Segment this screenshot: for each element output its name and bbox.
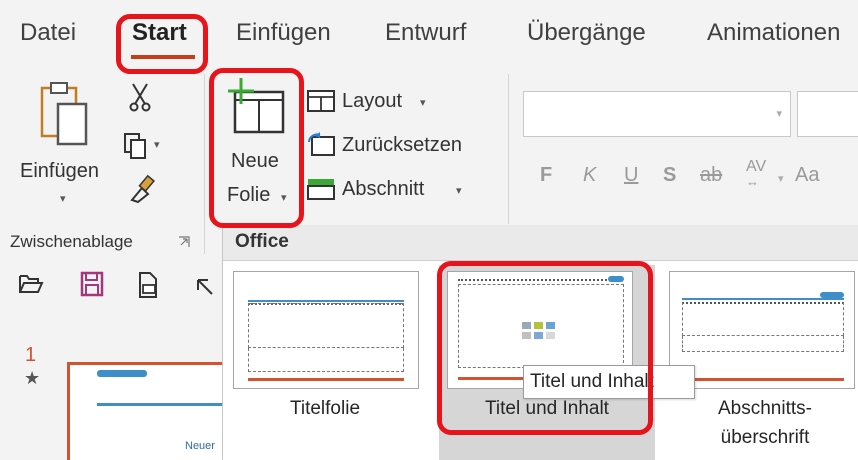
- group-separator: [204, 74, 205, 254]
- reset-icon: [308, 132, 335, 156]
- star-icon: ★: [24, 368, 41, 388]
- font-name-select[interactable]: ▾: [523, 91, 791, 137]
- section-dropdown-arrow: ▾: [456, 185, 462, 197]
- slide-thumb-text: Neuer: [185, 440, 215, 452]
- thumb-logo: [820, 292, 844, 298]
- active-tab-indicator: [131, 55, 195, 59]
- slide-number: 1: [25, 344, 37, 366]
- tab-uebergaenge[interactable]: Übergänge: [527, 19, 646, 47]
- font-name-dropdown-arrow: ▾: [776, 108, 782, 120]
- layout-option-titel-und-inhalt[interactable]: Titel und Inhalt: [439, 265, 655, 460]
- layout-label-abschnitts-line2: überschrift: [720, 427, 810, 448]
- thumb-subtitle-placeholder: [248, 348, 404, 372]
- new-slide-dropdown-arrow[interactable]: ▾: [281, 191, 287, 204]
- layout-label-titel-und-inhalt: Titel und Inhalt: [485, 398, 609, 419]
- layout-option-abschnittsueberschrift[interactable]: Abschnitts- überschrift: [661, 265, 858, 460]
- slide-thumbnail[interactable]: Neuer: [67, 362, 227, 460]
- layout-label-abschnitts-line1: Abschnitts-: [718, 398, 812, 419]
- section-button[interactable]: Abschnitt ▾: [306, 176, 476, 206]
- slide-thumb-rule: [97, 403, 227, 406]
- underline-button[interactable]: U: [624, 164, 638, 187]
- thumb-title-placeholder: [248, 303, 404, 348]
- new-slide-icon: [228, 78, 285, 134]
- thumb-section-rule: [682, 298, 844, 300]
- italic-button[interactable]: K: [583, 164, 596, 187]
- new-slide-label-line2: Folie: [227, 184, 271, 206]
- char-spacing-arrows-icon: ↔: [746, 174, 759, 189]
- reset-button[interactable]: Zurücksetzen: [306, 132, 486, 162]
- paste-label: Einfügen: [20, 160, 99, 182]
- dialog-launcher-icon[interactable]: [177, 235, 191, 249]
- layout-tooltip: Titel und Inhalt: [523, 365, 695, 399]
- thumb-footer-rule: [248, 378, 404, 381]
- layout-button[interactable]: Layout ▾: [306, 88, 446, 118]
- tab-datei[interactable]: Datei: [20, 19, 76, 47]
- copy-icon: [124, 133, 146, 159]
- slide-thumb-logo: [97, 370, 147, 377]
- thumb-logo: [608, 276, 624, 282]
- change-case-button[interactable]: Aa: [795, 164, 819, 187]
- section-icon: [307, 179, 335, 200]
- tab-start[interactable]: Start: [132, 19, 187, 47]
- open-folder-icon[interactable]: [18, 272, 44, 296]
- copy-dropdown-arrow[interactable]: ▾: [154, 138, 160, 151]
- paste-button[interactable]: Einfügen ▾: [18, 80, 108, 215]
- font-size-select[interactable]: [797, 91, 858, 137]
- thumb-title-placeholder: [458, 279, 618, 281]
- char-spacing-dropdown-arrow: ▾: [778, 173, 784, 185]
- copy-button[interactable]: ▾: [122, 132, 172, 162]
- section-label: Abschnitt: [342, 178, 425, 200]
- strikethrough-button[interactable]: ab: [700, 164, 722, 187]
- quick-access-toolbar: [0, 258, 222, 318]
- save-icon[interactable]: [80, 271, 104, 297]
- new-slide-button[interactable]: Neue Folie ▾: [215, 72, 300, 222]
- new-slide-label-line1: Neue: [231, 150, 279, 172]
- ribbon-tabs: Datei Start Einfügen Entwurf Übergänge A…: [0, 0, 858, 70]
- gallery-header: Office: [223, 225, 858, 261]
- group-separator: [508, 74, 509, 224]
- thumb-section-text-placeholder: [682, 336, 844, 352]
- layout-gallery: Office Titelfolie Titel und Inhalt Absch…: [222, 225, 858, 460]
- layout-dropdown-arrow: ▾: [420, 97, 426, 109]
- tab-animationen[interactable]: Animationen: [707, 19, 840, 47]
- slide-thumbnail-pane: 1 ★ Neuer: [0, 320, 227, 460]
- layout-label: Layout: [342, 90, 403, 112]
- tab-entwurf[interactable]: Entwurf: [385, 19, 466, 47]
- thumb-title-rule: [248, 300, 404, 302]
- paste-icon: [40, 82, 88, 146]
- layout-option-titelfolie[interactable]: Titelfolie: [225, 265, 441, 460]
- content-type-icons: [522, 322, 555, 339]
- thumb-section-title-placeholder: [682, 302, 844, 336]
- print-preview-icon[interactable]: [136, 271, 160, 299]
- clipboard-group-label: Zwischenablage: [10, 232, 133, 251]
- thumb-footer-rule: [682, 378, 844, 381]
- layout-icon: [307, 90, 335, 112]
- layout-thumbnail: [233, 271, 419, 389]
- layout-thumbnail: [669, 271, 855, 389]
- paste-dropdown-arrow[interactable]: ▾: [60, 192, 66, 205]
- text-shadow-button[interactable]: S: [663, 164, 676, 187]
- layout-label-titelfolie: Titelfolie: [289, 398, 361, 419]
- cut-icon[interactable]: [128, 82, 152, 112]
- reset-label: Zurücksetzen: [342, 134, 463, 156]
- format-painter-icon[interactable]: [128, 174, 156, 204]
- tab-einfuegen[interactable]: Einfügen: [236, 19, 331, 47]
- undo-icon[interactable]: [194, 272, 216, 296]
- gallery-header-label: Office: [235, 231, 289, 252]
- bold-button[interactable]: F: [540, 164, 552, 187]
